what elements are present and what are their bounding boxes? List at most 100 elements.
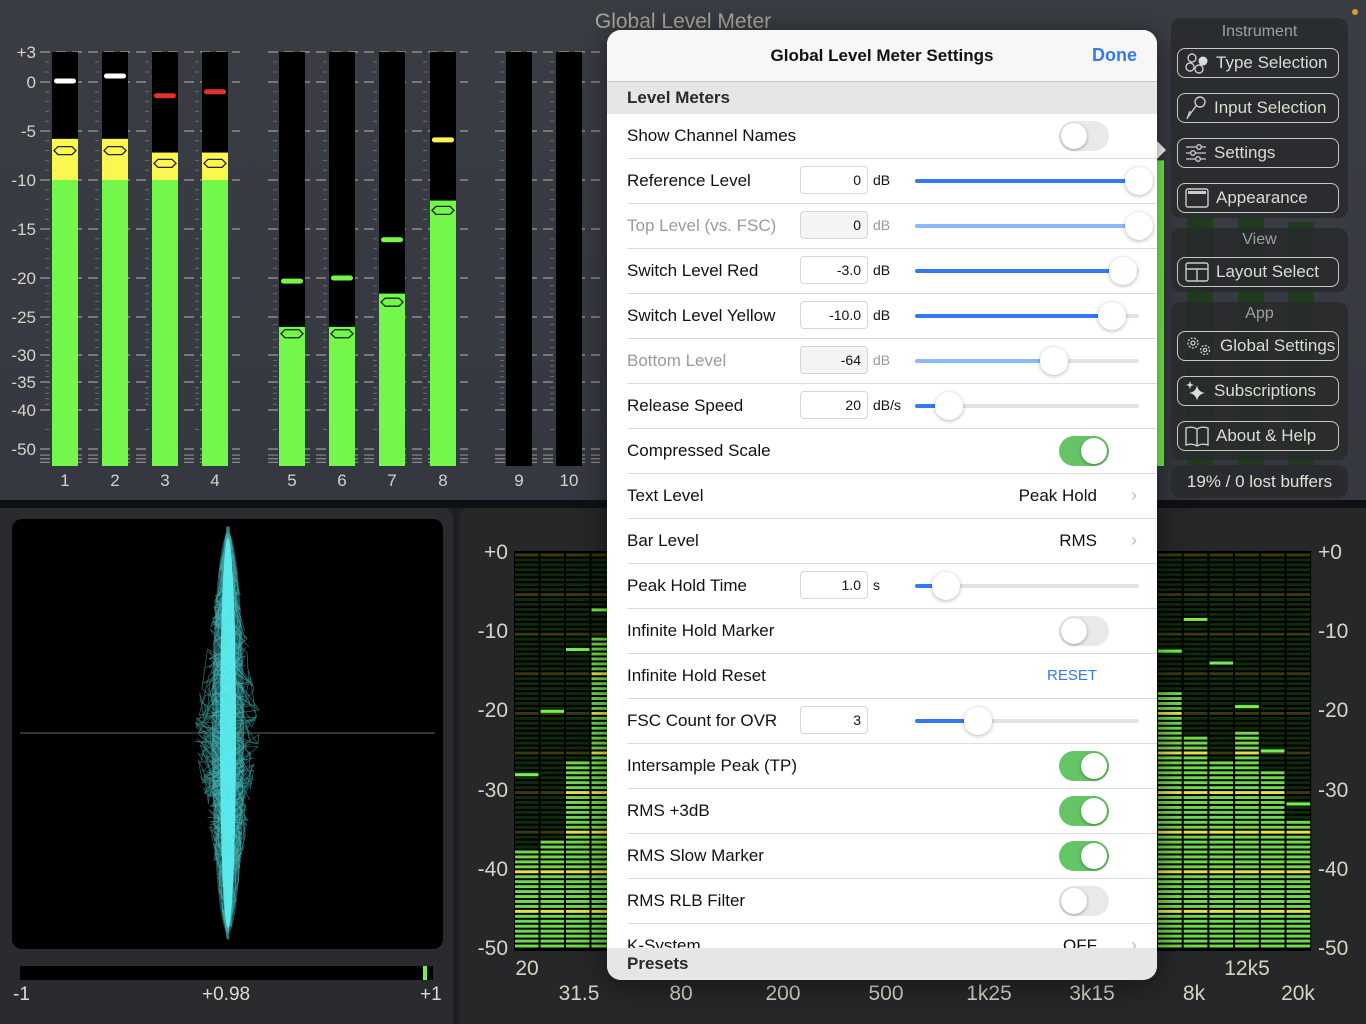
spectrum-x-label: 20 bbox=[515, 957, 539, 980]
button-label: About & Help bbox=[1216, 426, 1317, 445]
spectrum-y-label-left: -30 bbox=[477, 778, 508, 802]
switch-level-red-field[interactable]: -3.0 bbox=[800, 256, 868, 284]
row-bar-level[interactable]: Bar Level RMS › bbox=[627, 519, 1157, 564]
channel-label: 7 bbox=[387, 471, 396, 490]
row-label: Switch Level Yellow bbox=[627, 306, 776, 325]
goniometer-core bbox=[220, 538, 236, 928]
channel-label: 6 bbox=[337, 471, 346, 490]
sparkles-icon bbox=[1186, 381, 1205, 401]
reference-level-slider[interactable] bbox=[915, 167, 1153, 195]
peak-hold-marker bbox=[204, 89, 226, 95]
unit-label: dB bbox=[873, 217, 891, 233]
row-fsc-count: FSC Count for OVR 3 bbox=[627, 699, 1157, 744]
goniometer-display bbox=[12, 519, 443, 949]
switch-level-red-slider[interactable] bbox=[915, 257, 1139, 285]
bottom-level-field[interactable]: -64 bbox=[800, 346, 868, 374]
chevron-right-icon: › bbox=[1131, 530, 1137, 550]
row-label: RMS +3dB bbox=[627, 801, 710, 820]
peak-hold-time-field[interactable]: 1.0 bbox=[800, 571, 868, 599]
fsc-count-slider[interactable] bbox=[915, 707, 1139, 735]
spectrum-x-label: 3k15 bbox=[1069, 982, 1115, 1005]
compressed-scale-toggle[interactable] bbox=[1059, 436, 1109, 466]
release-speed-field[interactable]: 20 bbox=[800, 391, 868, 419]
global-settings-button[interactable]: Global Settings bbox=[1177, 331, 1339, 361]
appearance-button[interactable]: Appearance bbox=[1177, 183, 1339, 213]
level-scale-label: -35 bbox=[11, 373, 36, 392]
show-channel-names-toggle[interactable] bbox=[1059, 121, 1109, 151]
fsc-count-field[interactable]: 3 bbox=[800, 706, 868, 734]
intersample-peak-toggle[interactable] bbox=[1059, 751, 1109, 781]
peak-hold-marker bbox=[281, 278, 303, 284]
unit-label: dB/s bbox=[873, 397, 902, 413]
button-label: Subscriptions bbox=[1214, 381, 1317, 400]
row-label: Bar Level bbox=[627, 531, 699, 550]
spectrum-y-label-right: +0 bbox=[1318, 541, 1342, 564]
level-scale-label: -25 bbox=[11, 308, 36, 327]
spectrum-x-label: 80 bbox=[669, 982, 693, 1005]
reset-button[interactable]: RESET bbox=[1047, 667, 1097, 684]
meter-fill-green bbox=[279, 326, 305, 466]
bottom-level-slider[interactable] bbox=[915, 347, 1139, 375]
peak-hold-time-slider[interactable] bbox=[915, 572, 1139, 600]
type-selection-button[interactable]: Type Selection bbox=[1177, 48, 1339, 78]
rms-plus-3db-toggle[interactable] bbox=[1059, 796, 1109, 826]
switch-level-yellow-slider[interactable] bbox=[915, 302, 1139, 330]
gears-icon bbox=[1187, 337, 1211, 356]
meter-fill-green bbox=[152, 180, 178, 466]
reference-level-field[interactable]: 0 bbox=[800, 166, 868, 194]
level-scale-label: -5 bbox=[21, 122, 36, 141]
spectrum-y-label-left: -10 bbox=[477, 620, 508, 644]
row-show-channel-names: Show Channel Names bbox=[627, 114, 1157, 159]
layout-select-button[interactable]: Layout Select bbox=[1177, 257, 1339, 287]
rms-slow-marker-toggle[interactable] bbox=[1059, 841, 1109, 871]
button-label: Type Selection bbox=[1216, 53, 1328, 72]
spectrum-y-label-right: -50 bbox=[1318, 937, 1349, 960]
about-help-button[interactable]: About & Help bbox=[1177, 421, 1339, 451]
row-top-level: Top Level (vs. FSC) 0 dB bbox=[627, 204, 1157, 249]
row-peak-hold-time: Peak Hold Time 1.0 s bbox=[627, 564, 1157, 609]
row-bottom-level: Bottom Level -64 dB bbox=[627, 339, 1157, 384]
meter-bar-10 bbox=[556, 52, 582, 466]
meter-fill-green bbox=[379, 293, 405, 466]
meter-fill-green bbox=[52, 180, 78, 466]
bar-level-value: RMS bbox=[1059, 531, 1097, 550]
row-label: Text Level bbox=[627, 486, 704, 505]
row-text-level[interactable]: Text Level Peak Hold › bbox=[627, 474, 1157, 519]
level-scale-label: -50 bbox=[11, 440, 36, 459]
row-switch-level-red: Switch Level Red -3.0 dB bbox=[627, 249, 1157, 294]
book-icon bbox=[1185, 426, 1209, 447]
button-label: Global Settings bbox=[1220, 336, 1336, 355]
row-label: Infinite Hold Marker bbox=[627, 621, 775, 640]
unit-label: dB bbox=[873, 172, 891, 188]
subscriptions-button[interactable]: Subscriptions bbox=[1177, 376, 1339, 406]
meter-fill-yellow bbox=[102, 138, 128, 180]
row-label: Switch Level Red bbox=[627, 261, 759, 280]
spectrum-y-label-left: -20 bbox=[477, 699, 508, 723]
meter-fill-green bbox=[1156, 160, 1164, 466]
done-button[interactable]: Done bbox=[1092, 45, 1137, 66]
switch-level-yellow-field[interactable]: -10.0 bbox=[800, 301, 868, 329]
input-selection-button[interactable]: Input Selection bbox=[1177, 93, 1339, 123]
infinite-hold-marker-toggle[interactable] bbox=[1059, 616, 1109, 646]
top-level-slider[interactable] bbox=[915, 212, 1153, 240]
channel-label: 3 bbox=[160, 471, 169, 490]
rms-rlb-filter-toggle[interactable] bbox=[1059, 886, 1109, 916]
level-scale-label: +3 bbox=[17, 43, 36, 62]
button-label: Appearance bbox=[1216, 188, 1308, 207]
status-bar: 19% / 0 lost buffers bbox=[1171, 465, 1348, 498]
meter-fill-green bbox=[202, 180, 228, 466]
sliders-icon bbox=[1186, 144, 1206, 162]
status-dot bbox=[1352, 9, 1358, 15]
window-icon bbox=[1185, 188, 1209, 208]
settings-button[interactable]: Settings bbox=[1177, 138, 1339, 168]
row-label: Intersample Peak (TP) bbox=[627, 756, 798, 775]
meter-fill-green bbox=[430, 200, 456, 466]
microphone-icon bbox=[1186, 96, 1206, 120]
button-label: Layout Select bbox=[1216, 262, 1320, 281]
menu-group-title: Instrument bbox=[1221, 23, 1298, 40]
section-level-meters: Level Meters bbox=[607, 82, 1157, 114]
unit-label: s bbox=[873, 577, 880, 593]
top-level-field[interactable]: 0 bbox=[800, 211, 868, 239]
spectrum-x-label: 200 bbox=[765, 982, 801, 1005]
release-speed-slider[interactable] bbox=[915, 392, 1139, 420]
